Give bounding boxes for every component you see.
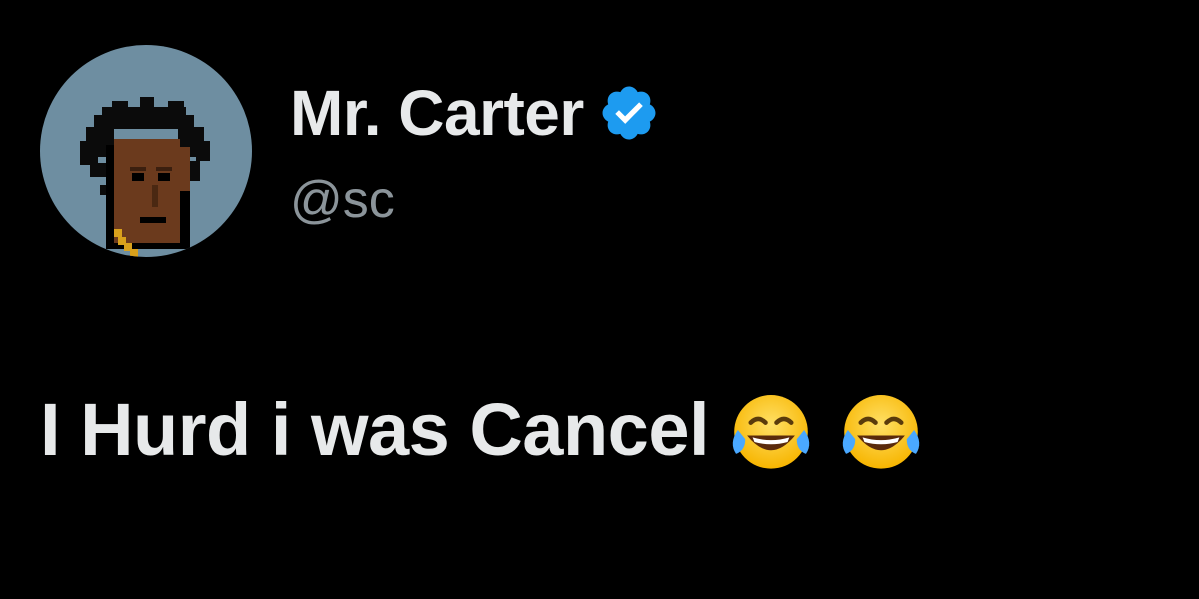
tweet-text: I Hurd i was Cancel xyxy=(40,388,710,471)
author-handle[interactable]: @sc xyxy=(290,170,395,230)
pixel-portrait-icon xyxy=(80,97,210,257)
display-name[interactable]: Mr. Carter xyxy=(290,78,584,148)
avatar[interactable] xyxy=(40,45,252,257)
face-with-tears-of-joy-icon xyxy=(732,395,810,469)
tweet-body: I Hurd i was Cancel xyxy=(40,380,927,480)
verified-badge-icon xyxy=(602,86,656,140)
tweet-card: Mr. Carter @sc I Hurd i was Cancel xyxy=(0,0,1199,599)
face-with-tears-of-joy-icon xyxy=(842,395,920,469)
author-row: Mr. Carter xyxy=(290,78,660,148)
